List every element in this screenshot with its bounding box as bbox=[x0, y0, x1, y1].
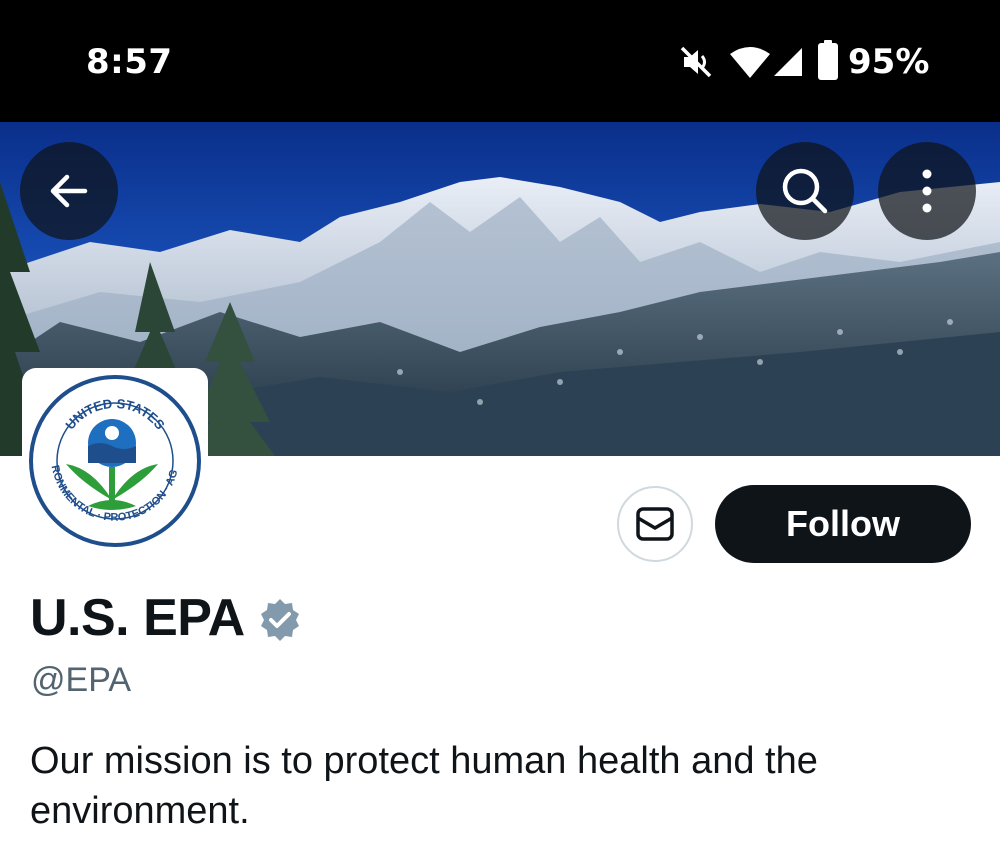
status-bar: 8:57 95% bbox=[0, 0, 1000, 122]
search-button[interactable] bbox=[756, 142, 854, 240]
verified-badge-icon bbox=[260, 599, 299, 641]
message-button[interactable] bbox=[617, 486, 693, 562]
bio: Our mission is to protect human health a… bbox=[30, 740, 818, 832]
display-name: U.S. EPA bbox=[30, 589, 245, 647]
mail-icon bbox=[636, 507, 674, 541]
battery-percent: 95% bbox=[848, 42, 930, 82]
back-button[interactable] bbox=[20, 142, 118, 240]
handle: @EPA bbox=[31, 661, 132, 699]
more-button[interactable] bbox=[878, 142, 976, 240]
wifi-icon bbox=[730, 47, 770, 78]
search-icon bbox=[782, 168, 828, 214]
arrow-left-icon bbox=[50, 174, 88, 208]
battery-icon bbox=[818, 40, 838, 80]
name-row: U.S. EPA bbox=[30, 588, 303, 648]
more-vertical-icon bbox=[922, 169, 932, 213]
cell-signal-icon bbox=[774, 48, 802, 76]
status-time: 8:57 bbox=[86, 42, 173, 82]
epa-seal-logo: UNITED STATES ENVIRONMENTAL · PROTECTION… bbox=[22, 368, 201, 547]
mute-icon bbox=[680, 46, 712, 78]
avatar[interactable]: UNITED STATES ENVIRONMENTAL · PROTECTION… bbox=[22, 368, 208, 554]
follow-button[interactable]: Follow bbox=[715, 485, 971, 563]
